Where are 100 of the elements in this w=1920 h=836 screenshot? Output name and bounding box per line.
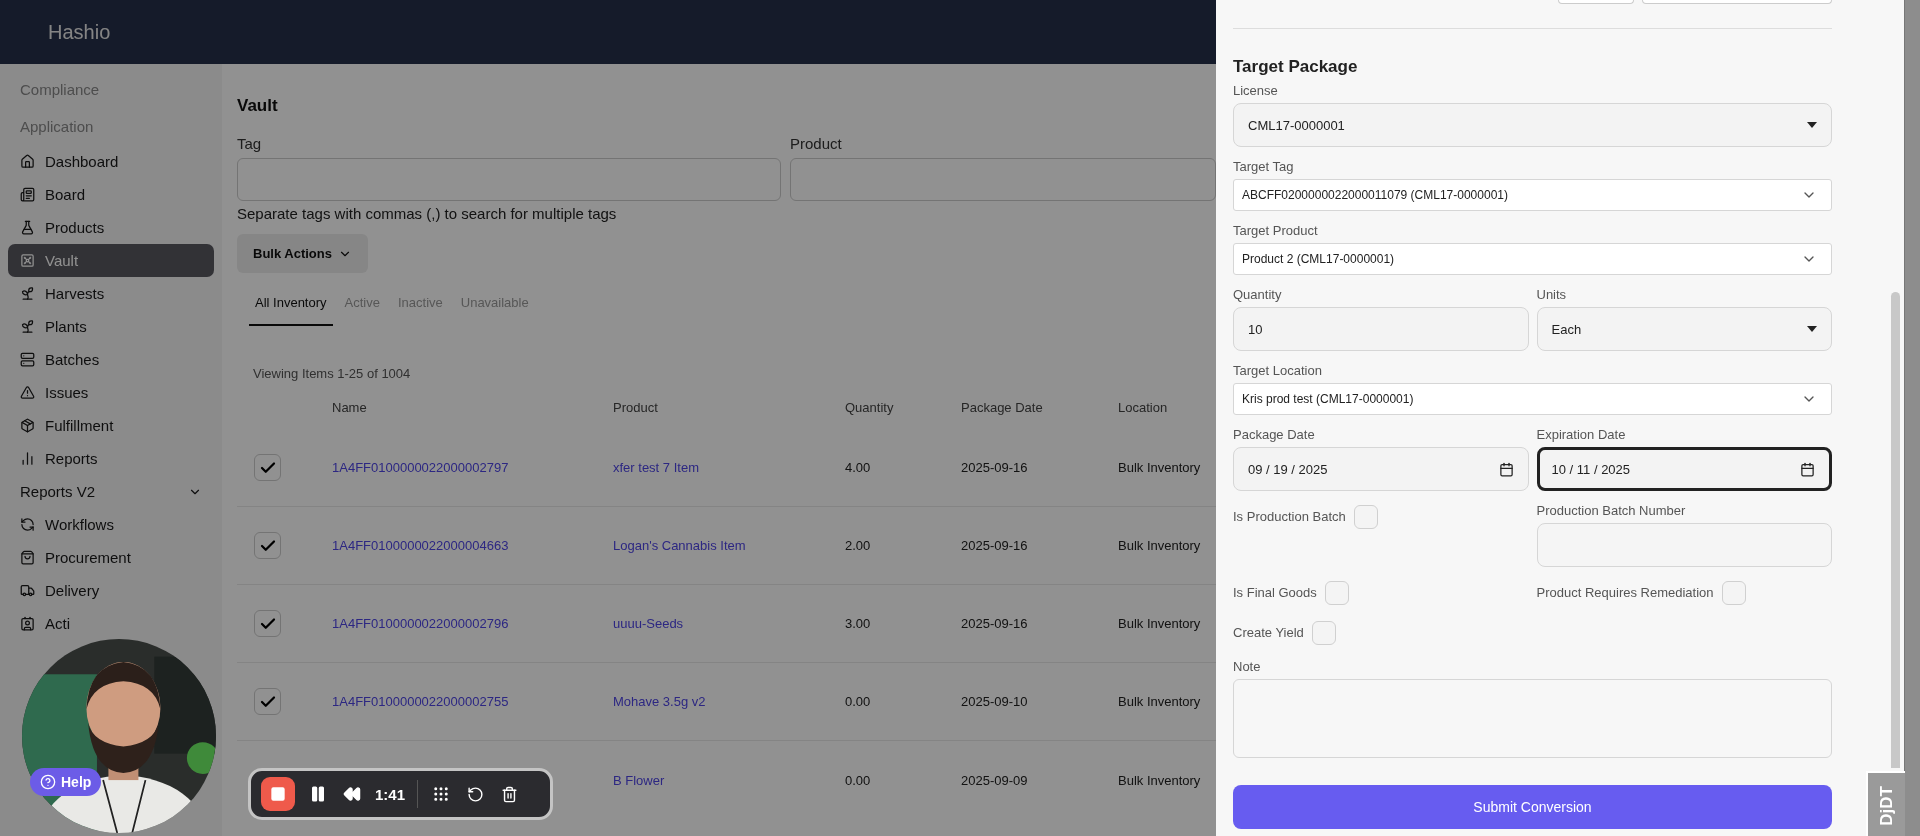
field-label: Expiration Date	[1536, 427, 1627, 443]
help-button[interactable]: Help	[30, 768, 102, 796]
note-field[interactable]	[1233, 679, 1832, 758]
sidebar-item[interactable]: Reports V2	[8, 475, 214, 508]
product-link[interactable]: Logan's Cannabis Item	[613, 538, 746, 553]
checkbox[interactable]	[254, 610, 281, 637]
sidebar-item[interactable]: Workflows	[8, 508, 214, 541]
package-link[interactable]: 1A4FF0100000022000002796	[332, 616, 509, 631]
product-link[interactable]: B Flower	[613, 772, 665, 788]
sidebar-item[interactable]: Products	[8, 211, 214, 244]
restart-icon	[466, 785, 484, 803]
select-field[interactable]: Each	[1536, 307, 1832, 351]
calendar-icon	[1498, 461, 1514, 477]
tab[interactable]: All Inventory	[249, 283, 333, 326]
table-cell: Bulk Inventory	[1118, 616, 1201, 631]
select-field[interactable]: CML17-0000001	[1233, 103, 1832, 147]
sidebar-item[interactable]: Reports	[8, 442, 214, 475]
table-cell: 2025-09-16	[961, 538, 1028, 553]
product-link[interactable]: xfer test 7 Item	[613, 460, 699, 475]
input-field[interactable]	[237, 158, 781, 201]
date-field[interactable]: 09 / 19 / 2025	[1233, 447, 1529, 491]
checkbox[interactable]	[1721, 581, 1746, 605]
table-cell: 2.00	[845, 538, 871, 553]
table-cell: 4.00	[845, 460, 871, 475]
section-title: Target Package	[1233, 57, 1359, 77]
field-label: Package Date	[1233, 427, 1316, 443]
column-header: Quantity	[845, 399, 894, 415]
checkbox[interactable]	[254, 532, 281, 559]
sidebar-item[interactable]: Plants	[8, 310, 214, 343]
truck-icon	[20, 583, 35, 598]
grid-icon	[432, 785, 451, 803]
input-field[interactable]	[1642, 0, 1832, 4]
input-field[interactable]	[1536, 523, 1832, 567]
calendar-icon	[1800, 461, 1815, 477]
sidebar-item[interactable]: Board	[8, 178, 214, 211]
sidebar-item[interactable]: Delivery	[8, 574, 214, 607]
caret-icon	[1807, 326, 1817, 332]
checkbox-label: Create Yield	[1233, 625, 1304, 641]
select-field[interactable]: ABCFF0200000022000011079 (CML17-0000001)	[1233, 179, 1832, 211]
help-icon	[40, 774, 56, 790]
column-header: Product	[613, 399, 658, 415]
input-field[interactable]	[790, 158, 1216, 201]
table-cell: 2025-09-16	[961, 616, 1028, 631]
checkbox[interactable]	[254, 454, 281, 481]
bag-icon	[20, 550, 35, 565]
bulk-actions-button[interactable]: Bulk Actions	[237, 234, 368, 273]
page-title: Vault	[237, 96, 279, 116]
safe-icon	[20, 253, 35, 268]
sidebar-item[interactable]: Issues	[8, 376, 214, 409]
section-heading: Application	[19, 117, 95, 137]
section-heading: Compliance	[19, 80, 101, 100]
sidebar-item[interactable]: Vault	[8, 244, 214, 277]
field-label: Tag	[237, 135, 263, 152]
package-link[interactable]: 1A4FF0100000022000002797	[332, 460, 509, 475]
contact-icon	[20, 616, 35, 631]
table-cell: 0.00	[845, 694, 871, 709]
product-link[interactable]: uuuu-Seeds	[613, 616, 684, 631]
brand-name: Hashio	[48, 20, 111, 44]
column-header: Location	[1118, 399, 1168, 415]
sidebar-item[interactable]: Batches	[8, 343, 214, 376]
column-header: Package Date	[961, 399, 1043, 415]
table-cell: Bulk Inventory	[1118, 460, 1201, 475]
select-field[interactable]: Kris prod test (CML17-0000001)	[1233, 383, 1832, 415]
table-cell: Bulk Inventory	[1118, 772, 1201, 788]
table-cell: 0.00	[845, 772, 871, 788]
date-field[interactable]: 10 / 11 / 2025	[1536, 447, 1832, 491]
package-icon	[20, 418, 35, 433]
select-field[interactable]: Product 2 (CML17-0000001)	[1233, 243, 1832, 275]
field-label: License	[1233, 83, 1279, 99]
package-link[interactable]: 1A4FF0100000022000004663	[332, 538, 509, 553]
table-cell: 3.00	[845, 616, 871, 631]
sprout-icon	[20, 286, 35, 301]
product-link[interactable]: Mohave 3.5g v2	[613, 694, 706, 709]
package-link[interactable]: 1A4FF0100000022000002755	[332, 694, 509, 709]
sidebar-item[interactable]: Acti	[8, 607, 214, 640]
checkbox-label: Is Final Goods	[1233, 585, 1317, 601]
checkbox-label: Product Requires Remediation	[1536, 585, 1714, 601]
checkbox[interactable]	[1353, 505, 1378, 529]
server-icon	[20, 352, 35, 367]
sidebar-item[interactable]: Fulfillment	[8, 409, 214, 442]
sidebar-item[interactable]: Harvests	[8, 277, 214, 310]
input-field[interactable]	[1558, 0, 1634, 4]
scrollbar[interactable]	[1904, 0, 1920, 836]
stop-button[interactable]	[261, 777, 295, 811]
field-label: Note	[1233, 659, 1262, 675]
field-label: Target Product	[1233, 223, 1319, 239]
sidebar-item[interactable]: Procurement	[8, 541, 214, 574]
scrollbar-thumb[interactable]	[1891, 292, 1900, 768]
table-cell: 2025-09-10	[961, 694, 1028, 709]
checkbox[interactable]	[254, 688, 281, 715]
checkbox[interactable]	[1311, 621, 1336, 645]
item-count: Viewing Items 1-25 of 1004	[253, 366, 411, 381]
input-field[interactable]: 10	[1233, 307, 1529, 351]
checkbox[interactable]	[1324, 581, 1349, 605]
sidebar-item[interactable]: Dashboard	[8, 145, 214, 178]
stop-icon	[270, 786, 286, 802]
flask-icon	[20, 220, 35, 235]
table-cell: 2025-09-09	[961, 772, 1028, 788]
submit-button[interactable]: Submit Conversion	[1233, 785, 1832, 829]
bar-chart-icon	[20, 451, 35, 466]
